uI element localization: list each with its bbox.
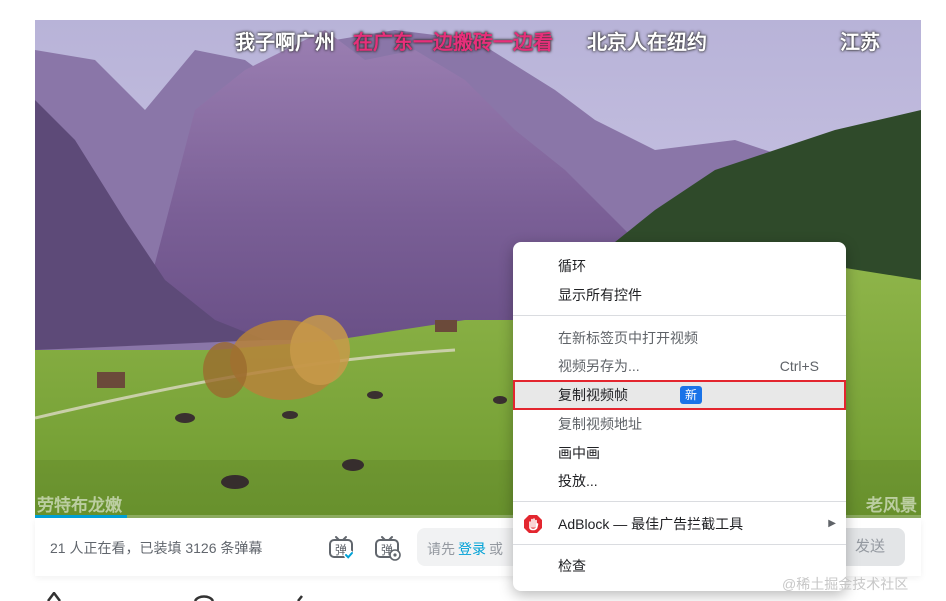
menu-item-label: 投放... bbox=[558, 473, 598, 489]
cut-off-icons bbox=[47, 592, 303, 601]
menu-item-save-video-as[interactable]: 视频另存为... Ctrl+S bbox=[513, 352, 846, 380]
video-watermark-right: 老风景 bbox=[866, 496, 917, 516]
danmaku-comment: 我子啊广州 bbox=[235, 30, 335, 54]
menu-item-label: 检查 bbox=[558, 558, 586, 574]
menu-item-copy-video-frame[interactable]: 复制视频帧 新 bbox=[513, 380, 846, 410]
menu-item-label: 复制视频帧 bbox=[558, 387, 628, 403]
login-link[interactable]: 登录 bbox=[458, 541, 486, 557]
submenu-arrow-icon: ▶ bbox=[828, 518, 836, 529]
danmaku-comment: 在广东一边搬砖一边看 bbox=[353, 30, 553, 54]
menu-item-label: 复制视频地址 bbox=[558, 416, 642, 432]
menu-item-label: 循环 bbox=[558, 258, 586, 274]
menu-item-cast[interactable]: 投放... bbox=[513, 467, 846, 495]
menu-separator bbox=[513, 315, 846, 316]
video-watermark-left: 劳特布龙嫩 bbox=[37, 496, 122, 516]
danmaku-input-hint: 请先 登录或 bbox=[427, 539, 503, 559]
menu-item-copy-video-address[interactable]: 复制视频地址 bbox=[513, 410, 846, 438]
menu-item-show-controls[interactable]: 显示所有控件 bbox=[513, 281, 846, 309]
context-menu: 循环 显示所有控件 在新标签页中打开视频 视频另存为... Ctrl+S 复制视… bbox=[513, 242, 846, 591]
menu-item-label: 显示所有控件 bbox=[558, 287, 642, 303]
adblock-hand-icon bbox=[523, 514, 543, 534]
site-watermark: @稀土掘金技术社区 bbox=[782, 576, 909, 592]
input-suffix: 或 bbox=[489, 541, 503, 557]
menu-item-label: 视频另存为... bbox=[558, 358, 640, 374]
danmaku-comment: 北京人在纽约 bbox=[587, 30, 707, 54]
new-badge: 新 bbox=[680, 386, 703, 404]
viewer-count: 21 人正在看，已装填 3126 条弹幕 bbox=[50, 540, 263, 556]
menu-item-shortcut: Ctrl+S bbox=[779, 358, 819, 374]
menu-item-adblock[interactable]: AdBlock — 最佳广告拦截工具 ▶ bbox=[513, 510, 846, 538]
danmaku-comment: 江苏 bbox=[840, 30, 880, 54]
input-prefix: 请先 bbox=[427, 541, 455, 557]
menu-item-label: AdBlock — 最佳广告拦截工具 bbox=[558, 516, 744, 532]
menu-item-open-in-new-tab[interactable]: 在新标签页中打开视频 bbox=[513, 324, 846, 352]
menu-item-label: 在新标签页中打开视频 bbox=[558, 330, 698, 346]
menu-item-loop[interactable]: 循环 bbox=[513, 252, 846, 280]
menu-item-label: 画中画 bbox=[558, 445, 600, 461]
danmaku-settings-icon[interactable]: 弹 bbox=[373, 533, 401, 561]
menu-separator bbox=[513, 544, 846, 545]
menu-separator bbox=[513, 501, 846, 502]
danmaku-toggle-icon[interactable]: 弹 bbox=[327, 533, 355, 561]
menu-item-picture-in-picture[interactable]: 画中画 bbox=[513, 439, 846, 467]
